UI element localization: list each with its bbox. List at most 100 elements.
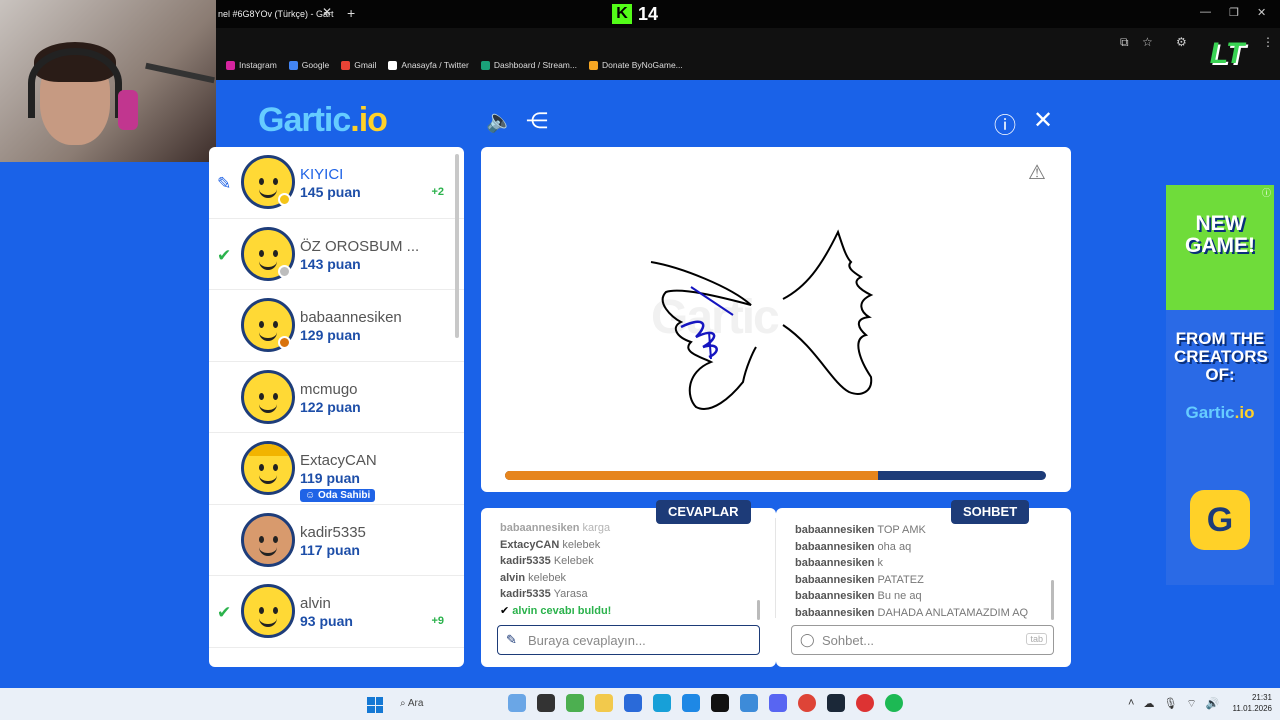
answer-input[interactable] bbox=[528, 631, 737, 649]
player-list-scrollbar[interactable] bbox=[455, 154, 459, 338]
ad-info-icon[interactable]: ⓘ bbox=[1262, 186, 1271, 199]
window-close-icon[interactable]: ✕ bbox=[1257, 6, 1266, 19]
bookmark-item[interactable]: Gmail bbox=[341, 60, 376, 70]
found-check-icon: ✔ bbox=[500, 604, 513, 617]
chevron-up-icon[interactable]: ˄ bbox=[1128, 697, 1134, 711]
extensions-icon[interactable]: ⚙ bbox=[1176, 35, 1187, 49]
edge-icon[interactable] bbox=[653, 694, 671, 712]
bookmark-item[interactable]: Donate ByNoGame... bbox=[588, 60, 683, 70]
right-wing-stroke bbox=[782, 229, 874, 395]
close-game-icon[interactable]: ✕ bbox=[1033, 106, 1053, 135]
bookmark-item[interactable]: Anasayfa / Twitter bbox=[388, 60, 469, 70]
file-explorer-icon[interactable] bbox=[595, 694, 613, 712]
avatar-mouth bbox=[259, 618, 277, 627]
volume-icon[interactable]: 🔊 bbox=[1206, 697, 1220, 711]
share-icon[interactable]: ⋲ bbox=[526, 108, 548, 134]
sound-icon[interactable]: 🔈 bbox=[486, 108, 513, 134]
answer-message: kadir5335 Yarasa bbox=[500, 586, 760, 603]
taskbar-clock[interactable]: 21:31 11.01.2026 bbox=[1226, 692, 1272, 714]
bookmark-item[interactable]: Instagram bbox=[226, 60, 277, 70]
chat-scrollbar[interactable] bbox=[1051, 580, 1054, 620]
chat-panel-label: SOHBET bbox=[951, 500, 1030, 524]
bookmark-item[interactable]: Dashboard / Stream... bbox=[480, 60, 577, 70]
taskbar-search[interactable]: ⌕ Ara bbox=[390, 694, 500, 714]
tab-close-icon[interactable]: ✕ bbox=[322, 5, 332, 19]
message-author: alvin bbox=[512, 604, 538, 617]
avatar-eye bbox=[273, 535, 278, 543]
message-author: babaannesiken bbox=[500, 522, 580, 534]
player-avatar bbox=[241, 441, 295, 495]
new-tab-icon[interactable]: + bbox=[347, 5, 355, 21]
message-text: k bbox=[877, 557, 884, 570]
answer-message: ExtacyCAN kelebek bbox=[500, 537, 760, 554]
windows-start-icon[interactable] bbox=[367, 697, 383, 713]
avatar-eye bbox=[259, 535, 264, 543]
report-warning-icon[interactable]: ⚠ bbox=[1028, 160, 1046, 185]
player-avatar bbox=[241, 512, 295, 567]
task-view-icon[interactable] bbox=[537, 694, 555, 712]
player-row[interactable]: ✔ alvin 93 puan +9 bbox=[209, 576, 464, 648]
player-points: 145 puan bbox=[300, 184, 361, 200]
ad-logo-suffix: .io bbox=[1234, 403, 1255, 422]
player-row[interactable]: ✎ KIYICI 145 puan +2 bbox=[209, 147, 464, 219]
avatar-mouth bbox=[259, 261, 277, 270]
webcam-overlay bbox=[0, 0, 216, 162]
player-points: 93 puan bbox=[300, 613, 353, 629]
avatar-eye bbox=[259, 607, 264, 614]
app-icon-1[interactable] bbox=[624, 694, 642, 712]
message-author: babaannesiken bbox=[795, 606, 875, 619]
kick-viewer-count: 14 bbox=[638, 3, 659, 24]
player-row[interactable]: mcmugo 122 puan bbox=[209, 362, 464, 433]
player-bonus: +9 bbox=[431, 615, 444, 627]
app-icon-4[interactable] bbox=[856, 694, 874, 712]
clock-time: 21:31 bbox=[1251, 693, 1272, 702]
rank-medal-icon bbox=[278, 264, 291, 278]
cast-icon[interactable]: ⧉ bbox=[1120, 35, 1129, 50]
avatar-eye bbox=[273, 249, 278, 257]
message-text: karga bbox=[582, 522, 611, 534]
bookmark-item[interactable]: Google bbox=[288, 60, 329, 70]
message-text: oha aq bbox=[877, 540, 912, 553]
bookmark-favicon-icon bbox=[288, 60, 298, 70]
info-icon[interactable]: ⓘ bbox=[994, 108, 1016, 140]
avatar-eye bbox=[273, 607, 278, 614]
player-row[interactable]: ✔ ÖZ OROSBUM ... 143 puan bbox=[209, 219, 464, 290]
steam-icon[interactable] bbox=[827, 694, 845, 712]
player-name: ÖZ OROSBUM ... bbox=[300, 237, 420, 255]
maximize-icon[interactable]: ❐ bbox=[1229, 6, 1239, 19]
chat-input[interactable] bbox=[822, 631, 1031, 649]
message-text: cevabı buldu! bbox=[540, 604, 612, 617]
chat-message: babaannesiken k bbox=[795, 555, 1053, 572]
chat-message: babaannesiken oha aq bbox=[795, 539, 1053, 556]
microphone-icon[interactable]: 🎙 bbox=[1163, 697, 1177, 711]
widgets-icon[interactable] bbox=[508, 694, 526, 712]
app-icon-2[interactable] bbox=[682, 694, 700, 712]
bookmark-star-icon[interactable]: ☆ bbox=[1142, 35, 1153, 49]
avatar-eye bbox=[259, 392, 264, 400]
microphone bbox=[118, 90, 138, 130]
discord-icon[interactable] bbox=[769, 694, 787, 712]
bookmark-favicon-icon bbox=[341, 60, 351, 70]
network-icon[interactable]: ☁ bbox=[1143, 697, 1154, 711]
player-row[interactable]: ExtacyCAN 119 puan ☺ Oda Sahibi bbox=[209, 433, 464, 505]
player-row[interactable]: kadir5335 117 puan bbox=[209, 505, 464, 576]
store-icon[interactable] bbox=[566, 694, 584, 712]
chrome-icon[interactable] bbox=[798, 694, 816, 712]
advertisement-banner[interactable]: NEW GAME! FROM THE CREATORS OF: Gartic.i… bbox=[1166, 185, 1274, 585]
message-author: babaannesiken bbox=[795, 540, 875, 553]
drawing-wings bbox=[650, 229, 874, 410]
wifi-icon[interactable]: ⌔ bbox=[1186, 697, 1196, 711]
drawing-canvas[interactable]: Gartic ⚠ bbox=[481, 147, 1071, 492]
player-row[interactable]: babaannesiken 129 puan bbox=[209, 290, 464, 362]
avatar-eye bbox=[273, 464, 278, 471]
answer-input-box: ✎ bbox=[497, 625, 760, 655]
taskbar-search-label: Ara bbox=[407, 698, 424, 709]
answers-scrollbar[interactable] bbox=[757, 600, 760, 620]
browser-menu-icon[interactable]: ⋮ bbox=[1262, 35, 1274, 49]
gartic-logo[interactable]: Gartic.io bbox=[258, 101, 388, 140]
app-icon-3[interactable] bbox=[740, 694, 758, 712]
minimize-icon[interactable]: — bbox=[1200, 6, 1211, 18]
capcut-icon[interactable] bbox=[711, 694, 729, 712]
spotify-icon[interactable] bbox=[885, 694, 903, 712]
message-author: kadir5335 bbox=[500, 555, 551, 568]
